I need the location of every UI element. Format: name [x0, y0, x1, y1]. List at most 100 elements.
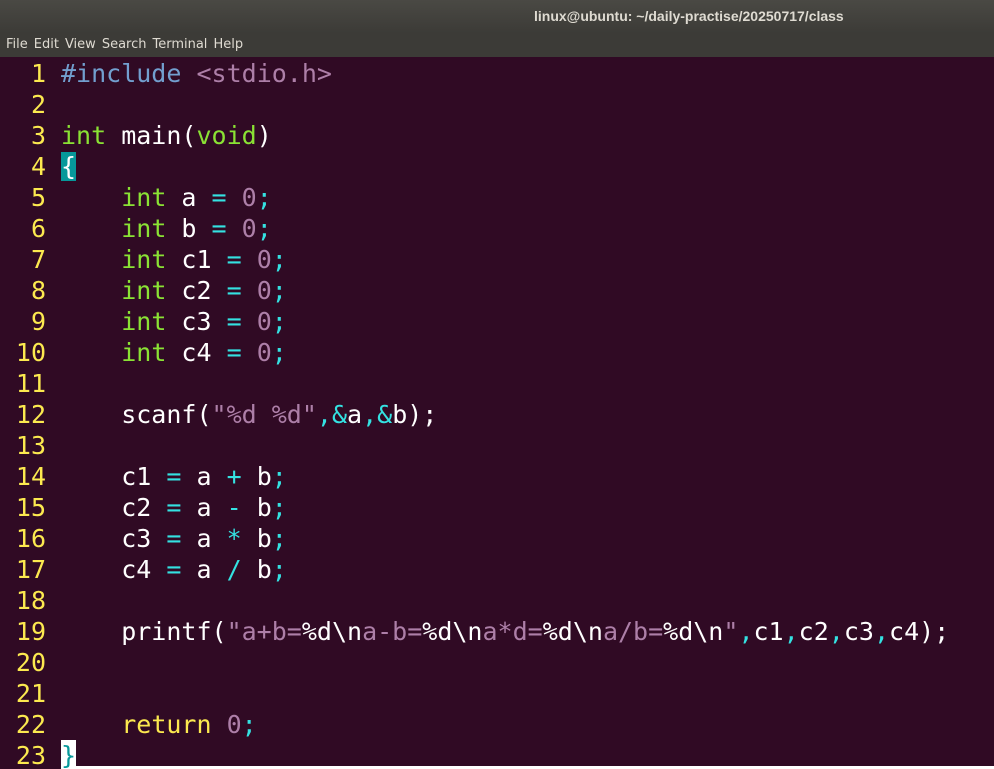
code-token: c2	[166, 276, 227, 305]
title-bar[interactable]: linux@ubuntu: ~/daily-practise/20250717/…	[0, 0, 994, 33]
code-text: {	[61, 152, 77, 181]
code-line: 20	[0, 647, 61, 678]
code-token: a	[181, 524, 227, 553]
code-text: c3 = a * b;	[61, 524, 287, 553]
line-number: 13	[15, 431, 46, 460]
code-line: 4{	[0, 151, 77, 182]
code-token-op: =	[211, 214, 227, 243]
code-text: scanf("%d %d",&a,&b);	[61, 400, 437, 429]
code-token: a	[181, 493, 227, 522]
code-text: int a = 0;	[61, 183, 272, 212]
code-line: 16 c3 = a * b;	[0, 523, 287, 554]
code-token-op: ;	[271, 307, 287, 336]
line-number: 21	[15, 679, 46, 708]
menu-terminal[interactable]: Terminal	[149, 33, 210, 57]
code-token-op: ,	[738, 617, 754, 646]
code-line: 17 c4 = a / b;	[0, 554, 287, 585]
menu-help[interactable]: Help	[210, 33, 246, 57]
code-line: 9 int c3 = 0;	[0, 306, 287, 337]
menu-view[interactable]: View	[62, 33, 99, 57]
code-token-type: int	[121, 307, 167, 336]
code-token-esc: %d\n	[542, 617, 603, 646]
code-token: c1	[166, 245, 227, 274]
code-text: c4 = a / b;	[61, 555, 287, 584]
code-token: c4	[61, 555, 167, 584]
code-token-op: ;	[256, 214, 272, 243]
code-line: 6 int b = 0;	[0, 213, 272, 244]
line-number: 4	[30, 152, 46, 181]
closing-brace: }	[61, 741, 77, 769]
code-token-op: ;	[271, 555, 287, 584]
code-line: 15 c2 = a - b;	[0, 492, 287, 523]
code-token-op: /	[226, 555, 242, 584]
code-token-op: ,&	[362, 400, 393, 429]
code-token-brace-match: {	[61, 152, 77, 181]
menu-file[interactable]: File	[3, 33, 31, 57]
line-number: 10	[15, 338, 46, 367]
code-text: int c2 = 0;	[61, 276, 287, 305]
code-token-type: int	[121, 276, 167, 305]
code-line: 2	[0, 89, 61, 120]
code-line: 3 int main(void)	[0, 120, 272, 151]
code-token-preproc: #include	[61, 59, 182, 88]
code-line: 8 int c2 = 0;	[0, 275, 287, 306]
code-token-str: "	[211, 400, 227, 429]
code-token-str: "	[301, 400, 317, 429]
code-token-num: 0	[226, 710, 242, 739]
code-line: 10 int c4 = 0;	[0, 337, 287, 368]
line-number: 3	[30, 121, 46, 150]
code-token-esc: %d\n	[301, 617, 363, 646]
line-number: 7	[30, 245, 46, 274]
code-token: b	[241, 462, 272, 491]
code-token-num: 0	[256, 245, 272, 274]
code-token: b);	[392, 400, 438, 429]
code-text: printf("a+b=%d\na-b=%d\na*d=%d\na/b=%d\n…	[61, 617, 949, 646]
code-text: int main(void)	[61, 121, 272, 150]
code-token-op: =	[226, 276, 242, 305]
code-token-op: ,	[828, 617, 844, 646]
menu-edit[interactable]: Edit	[31, 33, 62, 57]
code-token-op: ;	[271, 276, 287, 305]
code-token-op: =	[226, 338, 242, 367]
code-token: c4	[166, 338, 227, 367]
code-token: a	[166, 183, 212, 212]
vim-editor[interactable]: 1 #include <stdio.h> 2 3 int main(void) 4{5 i…	[0, 58, 994, 769]
code-text: #include <stdio.h>	[61, 59, 332, 88]
code-token-op: ;	[241, 710, 257, 739]
code-line: 12 scanf("%d %d",&a,&b);	[0, 399, 437, 430]
code-token-num: 0	[256, 276, 272, 305]
code-token-op: =	[226, 245, 242, 274]
code-token: printf(	[61, 617, 227, 646]
code-text: }	[61, 740, 77, 769]
code-line: 23}	[0, 740, 76, 769]
code-text: int c3 = 0;	[61, 307, 287, 336]
code-token: a	[181, 555, 227, 584]
line-number: 15	[15, 493, 46, 522]
line-number: 11	[15, 369, 46, 398]
code-token-num: 0	[256, 307, 272, 336]
menu-search[interactable]: Search	[99, 33, 150, 57]
code-token: a	[347, 400, 363, 429]
code-token-include: <stdio.h>	[196, 59, 332, 88]
line-number: 16	[15, 524, 46, 553]
code-token-op: ;	[256, 183, 272, 212]
code-token: scanf(	[61, 400, 212, 429]
code-token: c2	[61, 493, 167, 522]
code-token: c3	[843, 617, 874, 646]
line-number: 14	[15, 462, 46, 491]
code-token-op: =	[166, 555, 182, 584]
line-number: 6	[30, 214, 46, 243]
code-token-type: int	[121, 338, 167, 367]
line-number: 9	[30, 307, 46, 336]
code-text: int c1 = 0;	[61, 245, 287, 274]
code-token-num: 0	[241, 214, 257, 243]
